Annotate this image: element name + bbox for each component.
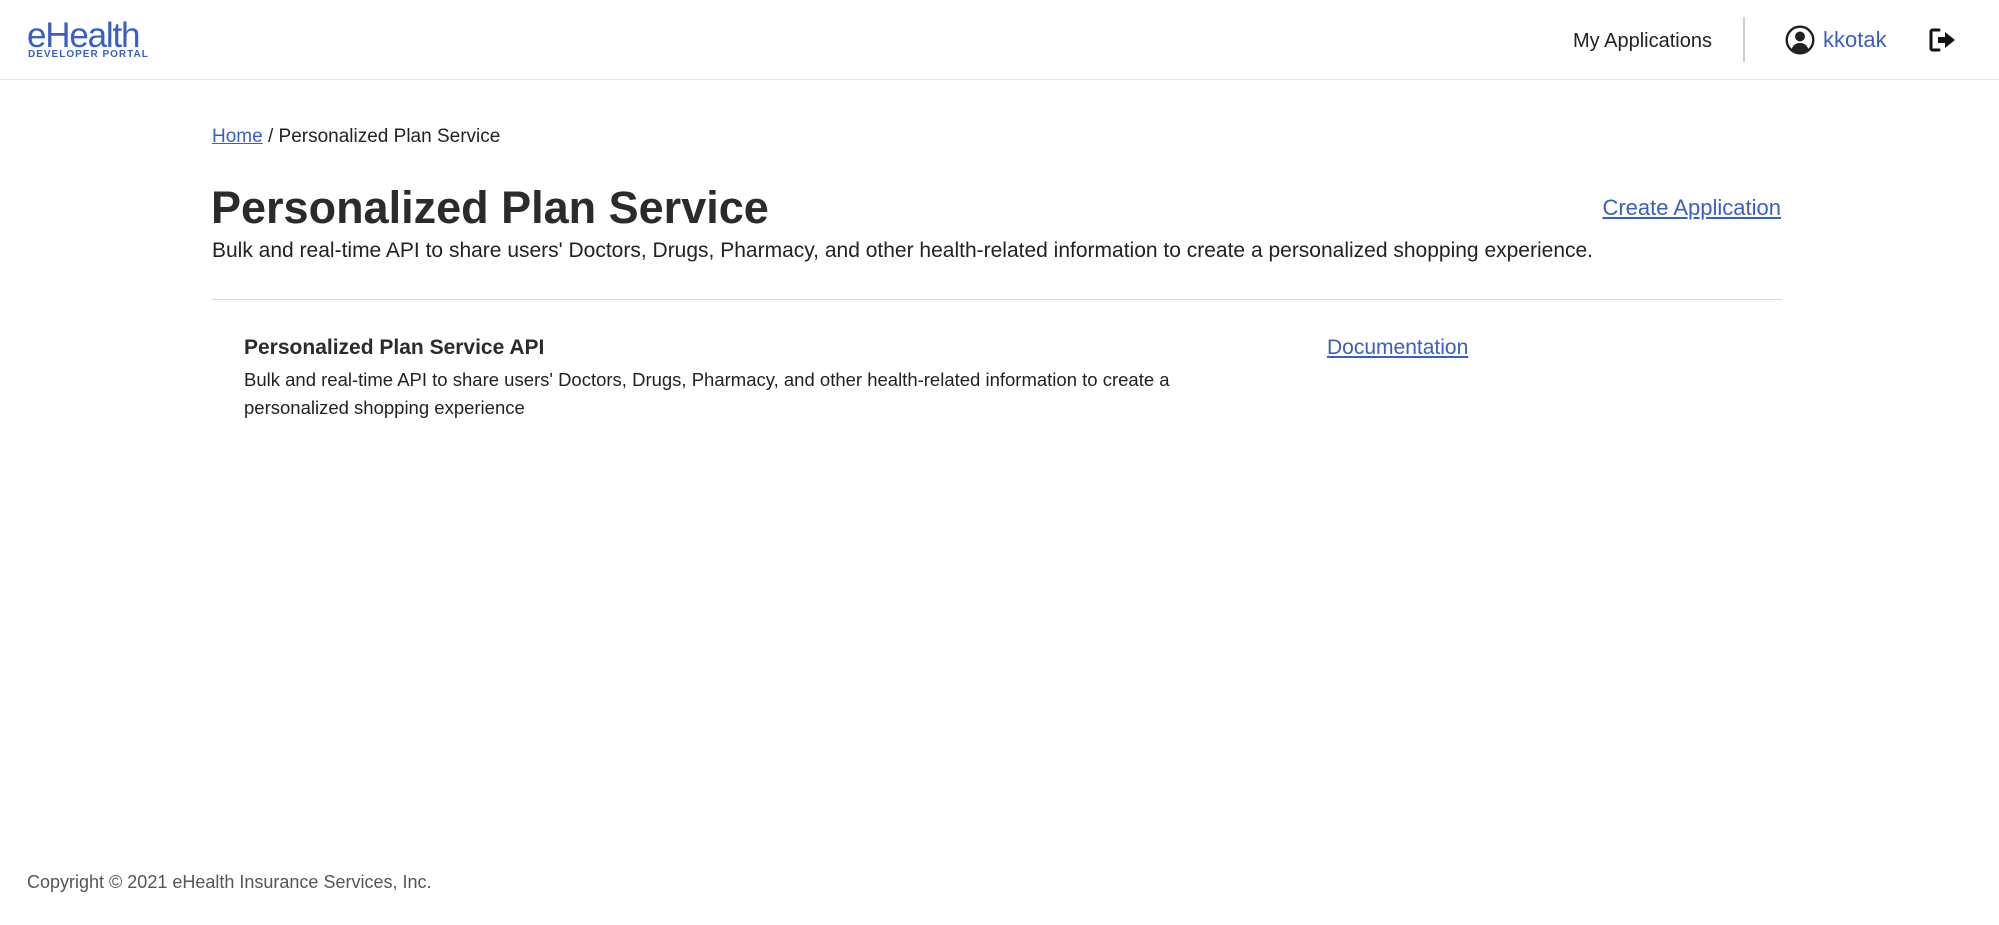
page-description: Bulk and real-time API to share users' D… — [212, 239, 1594, 262]
api-description: Bulk and real-time API to share users' D… — [244, 369, 1170, 418]
ehealth-logo[interactable]: eHealth DEVELOPER PORTAL — [27, 16, 157, 64]
logo-subtitle: DEVELOPER PORTAL — [28, 49, 149, 60]
header-divider — [1743, 17, 1745, 62]
breadcrumb-current: Personalized Plan Service — [278, 126, 501, 147]
breadcrumb: Home / Personalized Plan Service — [212, 124, 500, 150]
nav-my-applications-link[interactable]: My Applications — [1573, 28, 1712, 54]
user-circle-icon — [1785, 25, 1815, 55]
api-name: Personalized Plan Service API — [244, 336, 545, 359]
footer-copyright: Copyright © 2021 eHealth Insurance Servi… — [27, 872, 432, 892]
logout-icon[interactable] — [1929, 27, 1957, 53]
user-menu[interactable]: kkotak — [1785, 22, 1887, 58]
top-header: eHealth DEVELOPER PORTAL My Applications… — [0, 0, 1999, 80]
page-title: Personalized Plan Service — [211, 182, 769, 233]
user-name: kkotak — [1823, 27, 1887, 52]
breadcrumb-home-link[interactable]: Home — [212, 126, 263, 147]
breadcrumb-separator: / — [262, 126, 279, 147]
create-application-link[interactable]: Create Application — [1602, 194, 1781, 222]
api-documentation-link[interactable]: Documentation — [1327, 334, 1468, 362]
section-divider — [212, 299, 1782, 300]
